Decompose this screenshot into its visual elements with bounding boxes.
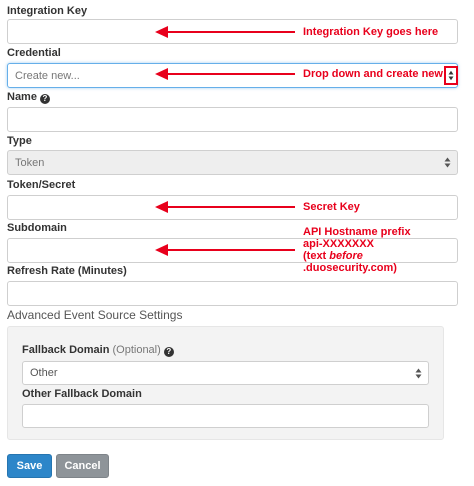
credential-label: Credential [7,47,61,59]
annotation-subdomain-before: before [329,250,363,262]
annotation-subdomain-line-3: (text before [303,250,411,262]
other-fallback-domain-label: Other Fallback Domain [22,388,142,400]
cancel-button[interactable]: Cancel [56,454,109,478]
advanced-settings-panel: Fallback Domain (Optional)? Other Other … [7,326,444,440]
arrow-left-icon [155,201,295,213]
refresh-rate-label: Refresh Rate (Minutes) [7,265,127,277]
fallback-domain-value: Other [30,367,58,379]
arrow-left-icon [155,244,295,256]
type-label: Type [7,135,32,147]
annotation-secret-key: Secret Key [303,201,360,213]
sort-caret-icon [415,367,422,379]
token-secret-label: Token/Secret [7,179,76,191]
annotation-subdomain-line-2: api-XXXXXXX [303,238,374,250]
question-circle-icon[interactable]: ? [39,94,50,104]
type-value: Token [15,156,45,169]
annotation-credential: Drop down and create new [303,68,443,80]
type-select[interactable]: Token [7,150,458,175]
fallback-domain-label: Fallback Domain (Optional)? [22,343,174,357]
annotation-subdomain-line-1: API Hostname prefix [303,226,411,238]
integration-key-label: Integration Key [7,5,88,17]
fallback-domain-label-text: Fallback Domain [22,344,110,356]
name-label-text: Name [7,91,37,103]
annotation-integration-key: Integration Key goes here [303,26,439,38]
refresh-rate-input[interactable] [7,281,458,306]
question-circle-icon[interactable]: ? [163,347,174,357]
sort-caret-icon [444,157,451,169]
annotation-subdomain-text: (text [303,250,330,262]
credential-placeholder: Create new... [15,69,80,82]
name-label: Name? [7,90,50,104]
credential-dropdown-toggle[interactable] [444,66,458,85]
arrow-left-icon [155,26,295,38]
save-button[interactable]: Save [7,454,52,478]
other-fallback-domain-input[interactable] [22,404,429,428]
arrow-left-icon [155,68,295,80]
fallback-domain-select[interactable]: Other [22,361,429,385]
fallback-domain-optional: (Optional) [112,344,161,356]
name-input[interactable] [7,107,458,132]
annotation-subdomain: API Hostname prefix api-XXXXXXX (text be… [303,226,411,274]
annotation-subdomain-line-4: .duosecurity.com) [303,262,397,274]
advanced-settings-title: Advanced Event Source Settings [7,308,183,322]
sort-caret-icon [448,70,454,81]
subdomain-label: Subdomain [7,222,67,234]
